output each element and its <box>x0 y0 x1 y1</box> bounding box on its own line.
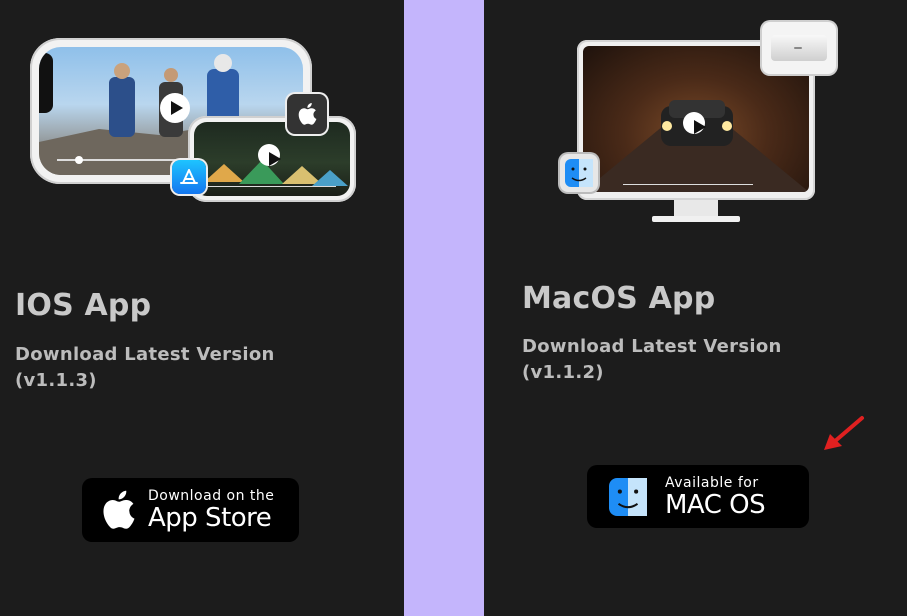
red-arrow-icon <box>824 416 864 450</box>
mac-button-line2: MAC OS <box>665 489 766 520</box>
version-label: (v1.1.2) <box>522 362 604 383</box>
play-icon[interactable] <box>160 93 190 123</box>
monitor-base <box>652 216 740 222</box>
iphone-small-mockup <box>188 116 356 202</box>
app-store-button-line2: App Store <box>148 503 272 533</box>
play-icon[interactable] <box>258 144 281 166</box>
app-store-button[interactable]: Download on the App Store <box>82 478 299 542</box>
download-version-text: Download Latest Version (v1.1.3) <box>15 342 275 394</box>
macos-app-panel: MacOS App Download Latest Version (v1.1.… <box>484 0 907 616</box>
version-label: (v1.1.3) <box>15 370 97 391</box>
download-line: Download Latest Version <box>15 344 275 365</box>
monitor-stand <box>674 200 718 216</box>
mac-button-line1: Available for <box>665 474 759 491</box>
iphone-small-video-preview <box>194 122 350 196</box>
download-line: Download Latest Version <box>522 336 782 357</box>
ios-app-panel: IOS App Download Latest Version (v1.1.3)… <box>0 0 404 616</box>
panel-divider <box>404 0 484 616</box>
video-progress-bar[interactable] <box>206 186 336 187</box>
download-version-text: Download Latest Version (v1.1.2) <box>522 334 782 386</box>
play-icon[interactable] <box>683 112 706 134</box>
finder-icon <box>609 477 647 516</box>
video-progress-bar[interactable] <box>623 184 753 185</box>
app-store-icon <box>172 160 206 194</box>
mac-os-download-button[interactable]: Available for MAC OS <box>587 465 809 528</box>
page-title: MacOS App <box>522 281 716 316</box>
app-store-button-line1: Download on the <box>148 488 275 504</box>
apple-logo-icon <box>287 94 327 134</box>
mac-mini-icon <box>762 22 836 74</box>
page-title: IOS App <box>15 288 152 323</box>
apple-logo-icon <box>100 489 136 531</box>
finder-icon <box>560 154 598 192</box>
